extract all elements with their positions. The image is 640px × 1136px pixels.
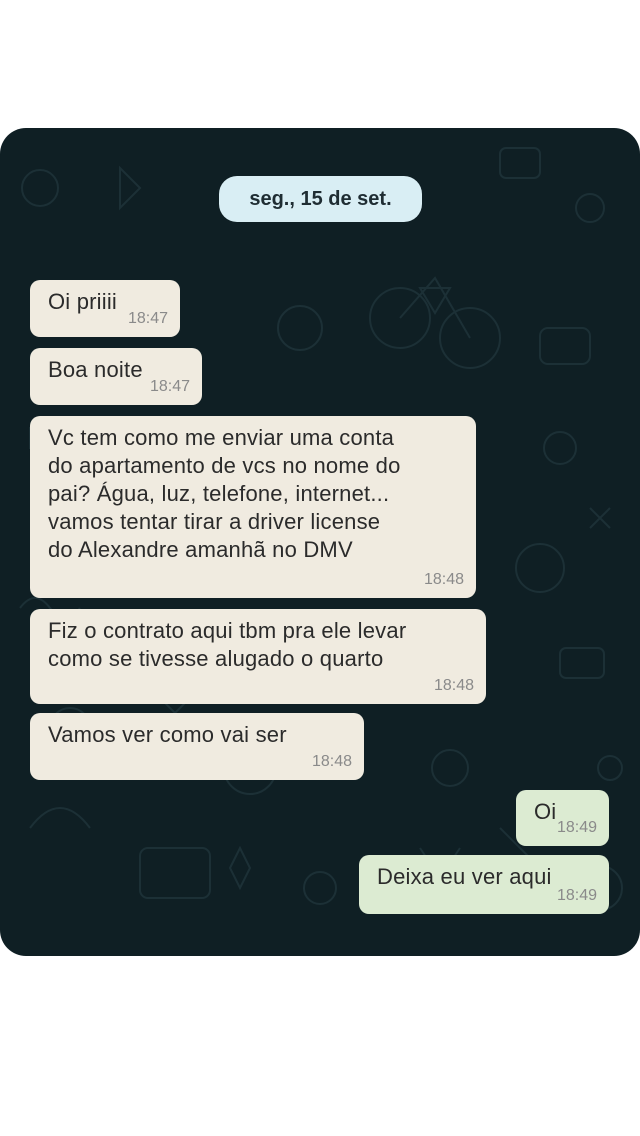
message-text: Vamos ver como vai ser <box>48 722 287 747</box>
message-time: 18:48 <box>311 753 352 770</box>
date-separator: seg., 15 de set. <box>219 176 422 222</box>
chat-window: seg., 15 de set. Oi priiii 18:47 Boa noi… <box>0 128 640 956</box>
message-bubble-incoming[interactable]: Vamos ver como vai ser 18:48 <box>30 713 364 780</box>
message-time: 18:47 <box>127 310 168 327</box>
message-time: 18:47 <box>149 378 190 395</box>
message-bubble-incoming[interactable]: Fiz o contrato aqui tbm pra ele levar co… <box>30 609 486 704</box>
message-time: 18:49 <box>556 887 597 904</box>
message-bubble-incoming[interactable]: Oi priiii 18:47 <box>30 280 180 337</box>
message-time: 18:48 <box>433 677 474 694</box>
message-text: Fiz o contrato aqui tbm pra ele levar co… <box>48 618 407 671</box>
message-text: Vc tem como me enviar uma conta do apart… <box>48 425 401 562</box>
message-bubble-incoming[interactable]: Boa noite 18:47 <box>30 348 202 405</box>
message-bubble-outgoing[interactable]: Oi 18:49 <box>516 790 609 846</box>
message-bubble-incoming[interactable]: Vc tem como me enviar uma conta do apart… <box>30 416 476 598</box>
message-time: 18:49 <box>556 819 597 836</box>
message-time: 18:48 <box>423 571 464 588</box>
message-bubble-outgoing[interactable]: Deixa eu ver aqui 18:49 <box>359 855 609 914</box>
